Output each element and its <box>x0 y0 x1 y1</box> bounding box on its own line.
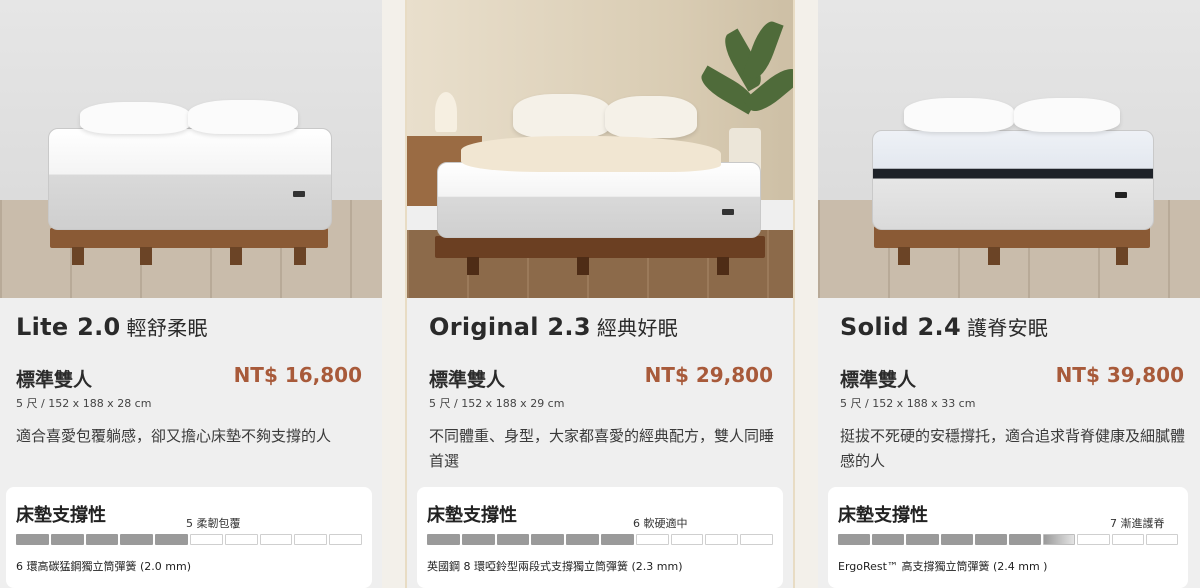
support-title: 床墊支撐性 <box>838 505 928 526</box>
support-bar <box>427 534 773 545</box>
support-title: 床墊支撐性 <box>16 505 106 526</box>
support-bar-segment <box>427 534 460 545</box>
support-bar-segment <box>16 534 49 545</box>
support-bar <box>838 534 1179 545</box>
support-bar <box>16 534 362 545</box>
product-title: Original 2.3 經典好眠 <box>429 313 679 341</box>
dimensions: 5 尺 / 152 x 188 x 28 cm <box>16 397 152 410</box>
support-bar-segment <box>906 534 939 545</box>
dimensions: 5 尺 / 152 x 188 x 29 cm <box>429 397 565 410</box>
support-bar-segment <box>1009 534 1042 545</box>
support-bar-segment <box>872 534 905 545</box>
price: NT$ 39,800 <box>1055 363 1184 387</box>
support-bar-segment <box>496 534 530 545</box>
description: 挺拔不死硬的安穩撐托，適合追求背脊健康及細膩體感的人 <box>840 427 1186 470</box>
support-bar-segment <box>838 534 871 545</box>
support-bar-segment <box>294 534 328 545</box>
support-level-label: 6 軟硬適中 <box>633 517 688 530</box>
product-title: Solid 2.4 護脊安眠 <box>840 313 1049 341</box>
support-panel: 床墊支撐性 6 軟硬適中 英國鋼 8 環啞鈴型兩段式支撐獨立筒彈簧 (2.3 m… <box>417 487 783 588</box>
product-photo[interactable] <box>0 0 382 298</box>
support-bar-segment <box>120 534 154 545</box>
product-card-original[interactable]: Original 2.3 經典好眠 標準雙人 NT$ 29,800 5 尺 / 1… <box>405 0 795 588</box>
product-photo[interactable] <box>818 0 1200 298</box>
product-card-lite[interactable]: Lite 2.0 輕舒柔眠 標準雙人 NT$ 16,800 5 尺 / 152 x… <box>0 0 382 588</box>
support-bar-segment <box>85 534 119 545</box>
support-bar-segment <box>329 534 362 545</box>
support-bar-segment <box>940 534 973 545</box>
support-bar-segment <box>259 534 293 545</box>
support-bar-segment <box>1145 534 1179 545</box>
support-bar-segment <box>600 534 634 545</box>
support-level-label: 5 柔韌包覆 <box>186 517 241 530</box>
spring-spec: ErgoRest™ 高支撐獨立筒彈簧 (2.4 mm ) <box>838 560 1048 573</box>
dimensions: 5 尺 / 152 x 188 x 33 cm <box>840 397 976 410</box>
support-bar-segment <box>50 534 84 545</box>
support-bar-segment <box>1043 534 1076 545</box>
support-bar-segment <box>1077 534 1110 545</box>
price: NT$ 16,800 <box>233 363 362 387</box>
support-bar-segment <box>189 534 223 545</box>
support-bar-segment <box>740 534 773 545</box>
size-name: 標準雙人 <box>429 369 506 391</box>
spring-spec: 英國鋼 8 環啞鈴型兩段式支撐獨立筒彈簧 (2.3 mm) <box>427 560 683 573</box>
support-panel: 床墊支撐性 5 柔韌包覆 6 環高碳猛鋼獨立筒彈簧 (2.0 mm) <box>6 487 372 588</box>
support-bar-segment <box>635 534 669 545</box>
support-panel: 床墊支撐性 7 漸進護脊 ErgoRest™ 高支撐獨立筒彈簧 (2.4 mm … <box>828 487 1188 588</box>
support-bar-segment <box>461 534 495 545</box>
support-bar-segment <box>224 534 258 545</box>
support-bar-segment <box>531 534 565 545</box>
support-bar-segment <box>566 534 599 545</box>
price: NT$ 29,800 <box>644 363 773 387</box>
support-bar-segment <box>1111 534 1144 545</box>
support-bar-segment <box>705 534 739 545</box>
spring-spec: 6 環高碳猛鋼獨立筒彈簧 (2.0 mm) <box>16 560 191 573</box>
support-bar-segment <box>155 534 188 545</box>
support-level-label: 7 漸進護脊 <box>1110 517 1165 530</box>
product-photo[interactable] <box>407 0 793 298</box>
support-bar-segment <box>974 534 1008 545</box>
support-bar-segment <box>670 534 704 545</box>
support-title: 床墊支撐性 <box>427 505 517 526</box>
description: 適合喜愛包覆躺感，卻又擔心床墊不夠支撐的人 <box>16 427 332 445</box>
description: 不同體重、身型，大家都喜愛的經典配方，雙人同睡首選 <box>429 427 775 470</box>
product-title: Lite 2.0 輕舒柔眠 <box>16 313 208 341</box>
size-name: 標準雙人 <box>840 369 917 391</box>
size-name: 標準雙人 <box>16 369 93 391</box>
product-card-solid[interactable]: Solid 2.4 護脊安眠 標準雙人 NT$ 39,800 5 尺 / 152 … <box>818 0 1200 588</box>
